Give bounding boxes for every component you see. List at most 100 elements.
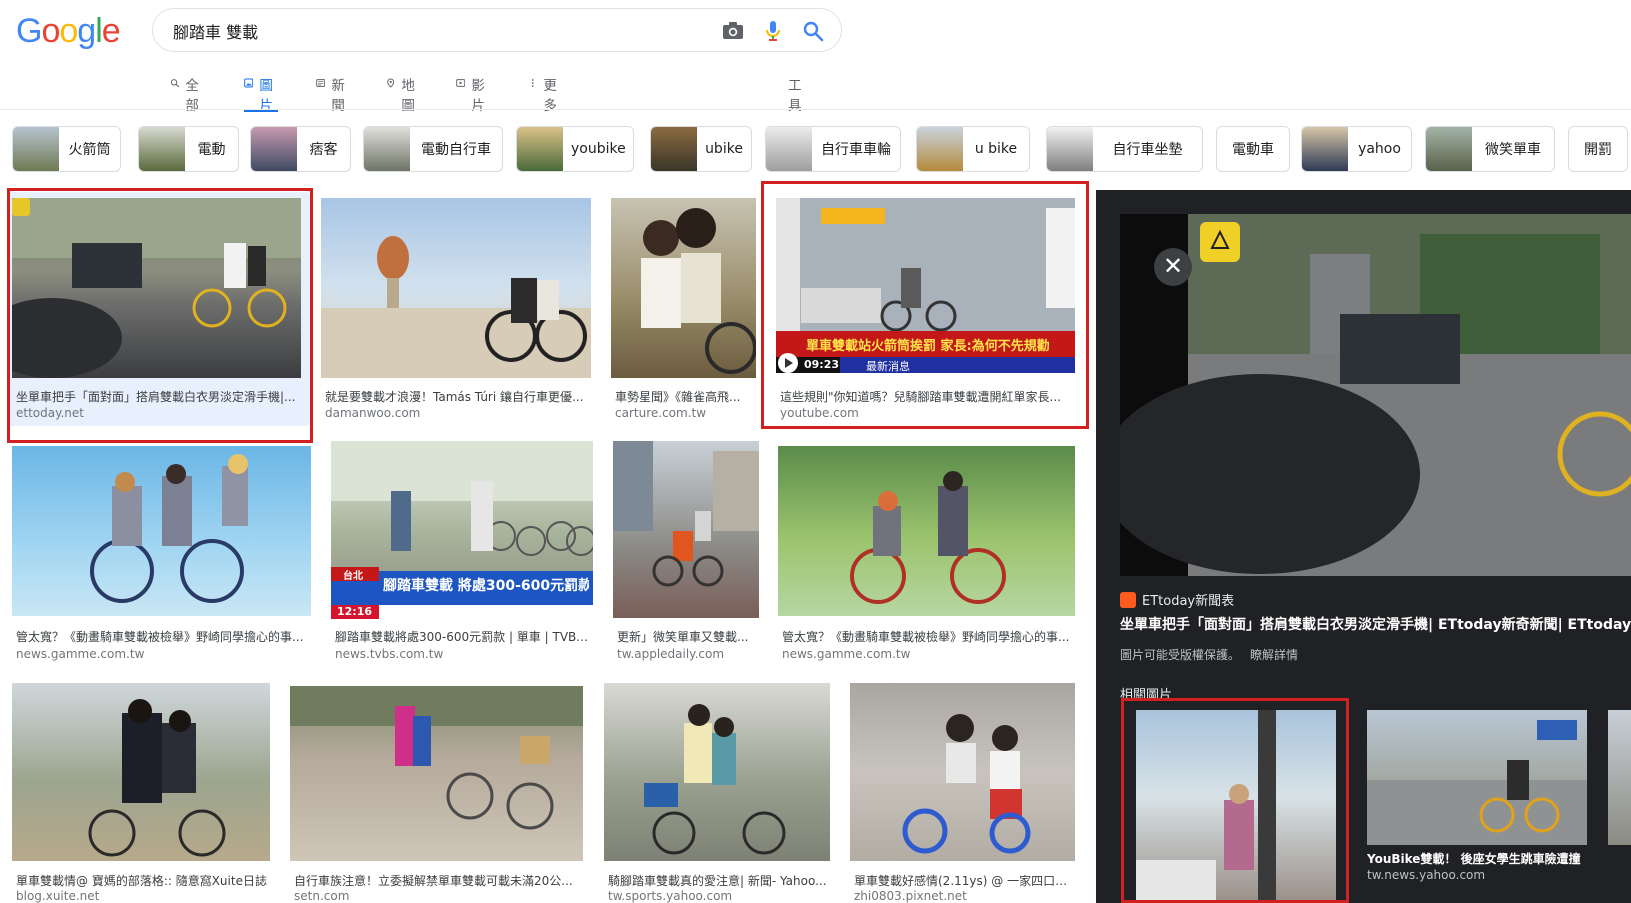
- chip[interactable]: 自行車坐墊: [1046, 126, 1203, 172]
- tab-tools[interactable]: 工具: [788, 74, 802, 114]
- copyright-notice: 圖片可能受版權保護。 瞭解詳情: [1120, 648, 1299, 662]
- chip-thumbnail: [651, 127, 697, 171]
- result-title: 管太寬？《動畫騎車雙載被檢舉》野崎同學擔心的事...: [16, 630, 304, 644]
- related-caption[interactable]: YouBike雙載！ 後座女學生跳車險遭撞: [1367, 850, 1587, 867]
- learn-more-link[interactable]: 瞭解詳情: [1250, 648, 1298, 662]
- result-source: youtube.com: [780, 406, 859, 420]
- preview-source[interactable]: ETtoday新聞表: [1120, 590, 1234, 609]
- video-icon: [456, 79, 466, 87]
- chip-thumbnail: [139, 127, 185, 171]
- chip[interactable]: 痞客: [250, 126, 351, 172]
- couple-bicycle-photo: [321, 236, 591, 378]
- result-thumbnail: 單車雙載站火箭筒挨罰 家長:為何不先規勸 最新消息 09:23: [776, 198, 1075, 373]
- result-source: tw.sports.yahoo.com: [608, 889, 733, 903]
- result-thumbnail: [12, 198, 301, 378]
- search-icon[interactable]: [801, 19, 825, 43]
- chip-thumbnail: [1426, 127, 1472, 171]
- chip[interactable]: 開罰: [1568, 126, 1628, 172]
- image-result[interactable]: 管太寬？《動畫騎車雙載被檢舉》野崎同學擔心的事... news.gamme.co…: [778, 446, 1075, 666]
- tab-videos[interactable]: 影片: [456, 74, 490, 114]
- chip-thumbnail: [1047, 127, 1093, 171]
- result-title: 車勢星聞》《雜雀高飛...: [615, 390, 741, 404]
- related-search-chips: 火箭筒 電動 痞客 電動自行車 youbike ubike 自行車車輪 u bi…: [12, 126, 1631, 174]
- result-source: news.tvbs.com.tw: [335, 647, 444, 661]
- chip[interactable]: 電動: [138, 126, 239, 172]
- result-source: tw.appledaily.com: [617, 647, 725, 661]
- result-source: setn.com: [294, 889, 350, 903]
- related-image[interactable]: [1136, 710, 1336, 903]
- news-sub-text: 最新消息: [866, 360, 910, 373]
- image-result[interactable]: 單車雙載站火箭筒挨罰 家長:為何不先規勸 最新消息 09:23 這些規則"你知道…: [776, 198, 1075, 420]
- tab-images[interactable]: 圖片: [244, 74, 278, 114]
- newspaper-icon: [316, 79, 326, 87]
- chip-thumbnail: [766, 127, 812, 171]
- result-title: 就是要雙載才浪漫！Tamás Túri 鑲自行車更優...: [325, 390, 584, 404]
- image-result[interactable]: 車勢星聞》《雜雀高飛... carture.com.tw: [611, 198, 756, 420]
- preview-title[interactable]: 坐單車把手「面對面」搭肩雙載白衣男淡定滑手機| ETtoday新奇新聞| ETt…: [1120, 614, 1631, 634]
- tab-maps[interactable]: 地圖: [386, 74, 420, 114]
- result-thumbnail: [778, 446, 1075, 616]
- search-box[interactable]: [152, 8, 842, 52]
- chip[interactable]: ubike: [650, 126, 752, 172]
- result-thumbnail: 腳踏車雙載 將處300-600元罰款 台北 12:16: [331, 441, 593, 619]
- chip[interactable]: yahoo: [1301, 126, 1412, 172]
- camera-icon[interactable]: [721, 19, 745, 43]
- youbike-street-photo: [1367, 720, 1587, 845]
- chip[interactable]: 電動自行車: [363, 126, 503, 172]
- chip[interactable]: 微笑單車: [1425, 126, 1555, 172]
- more-vertical-icon: [531, 79, 534, 87]
- search-input[interactable]: [171, 19, 695, 43]
- result-source: blog.xuite.net: [16, 889, 100, 903]
- result-thumbnail: [290, 686, 583, 861]
- parked-bicycles-sidewalk-photo: [290, 686, 583, 830]
- result-title: 單車雙載好感情(2.11ys) @ 一家四口簡...: [854, 874, 1072, 888]
- related-images-heading: 相關圖片: [1120, 688, 1173, 703]
- image-result[interactable]: 腳踏車雙載 將處300-600元罰款 台北 12:16 腳踏車雙載將處300-6…: [331, 441, 593, 666]
- image-result[interactable]: 自行車族注意！立委擬解禁單車雙載可載未滿20公... setn.com: [290, 686, 583, 903]
- anime-bicycle-illustration: [90, 454, 248, 603]
- ettoday-favicon: [1120, 591, 1136, 608]
- bicycle-street-illustration: [12, 198, 301, 378]
- couple-bicycle-photo: [88, 699, 226, 857]
- tvbs-time-text: 12:16: [337, 605, 373, 618]
- result-title: 這些規則"你知道嗎？兒騎腳踏車雙載遭開紅單家長...: [780, 390, 1061, 404]
- image-result[interactable]: 騎腳踏車雙載真的愛注意| 新聞- Yahoo... tw.sports.yaho…: [604, 683, 830, 903]
- image-result[interactable]: 坐單車把手「面對面」搭肩雙載白衣男淡定滑手機|... ettoday.net: [12, 198, 301, 420]
- chip[interactable]: 火箭筒: [12, 126, 121, 172]
- microphone-icon[interactable]: [761, 19, 785, 43]
- result-thumbnail: [604, 683, 830, 861]
- google-logo[interactable]: Google: [16, 12, 121, 51]
- image-preview-panel: ✕ ETtoday新聞表 坐單車把手「面對面」搭肩雙載白衣男淡定滑手機| ETt…: [1096, 190, 1631, 903]
- result-thumbnail: [12, 683, 270, 861]
- search-icon: [170, 79, 180, 88]
- anime-tandem-bicycle-illustration: [850, 471, 1006, 604]
- chip[interactable]: 電動車: [1216, 126, 1290, 172]
- image-result[interactable]: 單車雙載情@ 寶媽的部落格:: 隨意窩Xuite日誌 blog.xuite.ne…: [12, 683, 270, 903]
- result-title: 騎腳踏車雙載真的愛注意| 新聞- Yahoo...: [608, 874, 827, 888]
- image-result[interactable]: 就是要雙載才浪漫！Tamás Túri 鑲自行車更優... damanwoo.c…: [321, 198, 591, 420]
- tvbs-city-text: 台北: [343, 571, 363, 582]
- image-result[interactable]: 單車雙載好感情(2.11ys) @ 一家四口簡... zhi0803.pixne…: [850, 683, 1075, 903]
- children-tricycle-photo: [902, 714, 1031, 854]
- related-image[interactable]: [1608, 710, 1631, 845]
- result-source: news.gamme.com.tw: [782, 647, 911, 661]
- chip-thumbnail: [517, 127, 563, 171]
- result-thumbnail: [321, 198, 591, 378]
- woman-bicycle-photo: [1136, 710, 1276, 903]
- chip-thumbnail: [364, 127, 410, 171]
- tab-more[interactable]: 更多: [528, 74, 562, 114]
- chip[interactable]: u bike: [916, 126, 1030, 172]
- chip-thumbnail: [251, 127, 297, 171]
- image-result[interactable]: 管太寬？《動畫騎車雙載被檢舉》野崎同學擔心的事... news.gamme.co…: [12, 446, 311, 666]
- map-pin-icon: [387, 78, 395, 88]
- image-result[interactable]: 更新」微笑單車又雙載... tw.appledaily.com: [613, 441, 759, 666]
- result-title: 管太寬？《動畫騎車雙載被檢舉》野崎同學擔心的事...: [782, 630, 1070, 644]
- chip[interactable]: 自行車車輪: [765, 126, 901, 172]
- result-thumbnail: [611, 198, 756, 378]
- tab-all[interactable]: 全部: [170, 74, 204, 114]
- related-image[interactable]: [1367, 710, 1587, 845]
- preview-image[interactable]: ✕: [1120, 214, 1631, 576]
- chip[interactable]: youbike: [516, 126, 634, 172]
- tab-news[interactable]: 新聞: [316, 74, 350, 114]
- close-icon[interactable]: ✕: [1154, 248, 1192, 286]
